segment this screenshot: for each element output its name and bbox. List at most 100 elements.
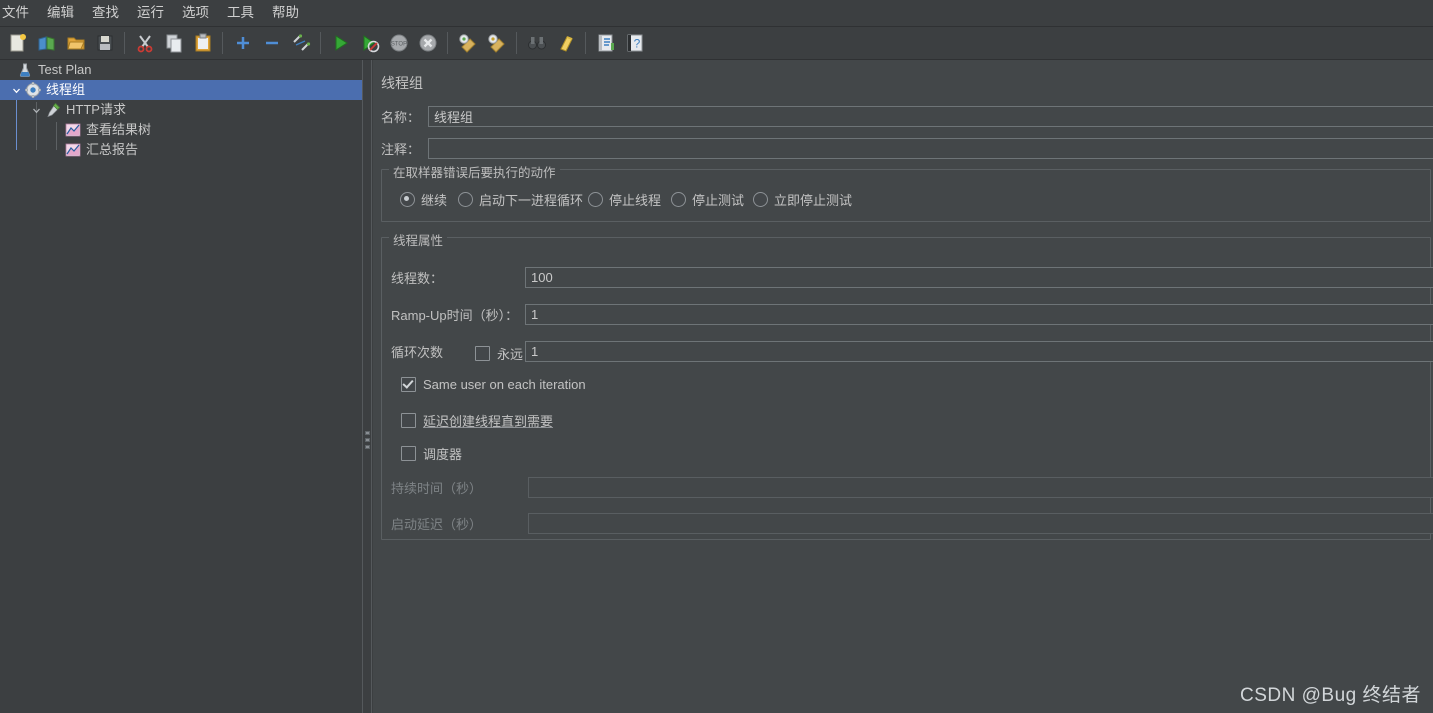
toolbar-start-no-pauses-button[interactable] bbox=[356, 30, 383, 57]
toolbar-expand-button[interactable] bbox=[229, 30, 256, 57]
plus-icon bbox=[236, 37, 249, 49]
toolbar-separator bbox=[222, 32, 223, 54]
tree-node-label: 汇总报告 bbox=[86, 142, 139, 157]
delayed-thread-creation-label: 延迟创建线程直到需要 bbox=[423, 414, 554, 429]
menu-item-run[interactable]: 运行 bbox=[128, 1, 173, 25]
split-pane-divider[interactable] bbox=[362, 60, 372, 713]
checkbox-mark-icon bbox=[475, 346, 490, 361]
toolbar-templates-button[interactable] bbox=[33, 30, 60, 57]
thread-count-input[interactable] bbox=[525, 267, 1433, 288]
forever-checkbox[interactable]: 永远 bbox=[475, 344, 523, 363]
toolbar-cut-button[interactable] bbox=[131, 30, 158, 57]
duration-label: 持续时间（秒） bbox=[391, 481, 483, 496]
toolbar-separator bbox=[585, 32, 586, 54]
comments-input[interactable] bbox=[428, 138, 1433, 159]
toolbar-function-helper-button[interactable] bbox=[592, 30, 619, 57]
delayed-thread-creation-checkbox[interactable]: 延迟创建线程直到需要 bbox=[401, 411, 553, 430]
play-no-pause-icon bbox=[363, 35, 379, 53]
startup-delay-input[interactable] bbox=[528, 513, 1433, 534]
name-label: 名称： bbox=[381, 110, 421, 125]
chevron-down-icon[interactable] bbox=[8, 86, 24, 95]
tree-node-thread-group[interactable]: 线程组 bbox=[0, 80, 362, 100]
toolbar-reset-search-button[interactable] bbox=[552, 30, 579, 57]
toolbar-clear-button[interactable] bbox=[454, 30, 481, 57]
radio-label: 停止线程 bbox=[609, 193, 662, 208]
toggle-pencil-icon bbox=[292, 34, 310, 51]
checkbox-mark-icon bbox=[401, 446, 416, 461]
radio-label: 启动下一进程循环 bbox=[479, 193, 584, 208]
page-title: 线程组 bbox=[381, 75, 423, 91]
radio-label: 停止测试 bbox=[692, 193, 745, 208]
toolbar-separator bbox=[124, 32, 125, 54]
help-question-icon: ? bbox=[627, 34, 642, 52]
open-folder-icon bbox=[66, 37, 85, 50]
startup-delay-label: 启动延迟（秒） bbox=[391, 517, 483, 532]
tree-node-label: 线程组 bbox=[46, 82, 86, 97]
radio-mark-icon bbox=[400, 192, 415, 207]
menu-item-options[interactable]: 选项 bbox=[173, 1, 218, 25]
radio-label: 继续 bbox=[421, 193, 448, 208]
toolbar-help-button[interactable]: ? bbox=[621, 30, 648, 57]
test-plan-flask-icon bbox=[16, 61, 34, 79]
toolbar-collapse-button[interactable] bbox=[258, 30, 285, 57]
green-play-icon bbox=[335, 35, 348, 51]
loop-count-label: 循环次数 bbox=[391, 345, 444, 360]
function-helper-icon bbox=[598, 34, 614, 52]
rampup-input[interactable] bbox=[525, 304, 1433, 325]
toolbar-shutdown-button[interactable] bbox=[414, 30, 441, 57]
radio-mark-icon bbox=[671, 192, 686, 207]
tree-node-summary-report[interactable]: 汇总报告 bbox=[0, 140, 362, 160]
radio-continue[interactable]: 继续 bbox=[400, 190, 447, 209]
toolbar-stop-button[interactable]: STOP bbox=[385, 30, 412, 57]
toolbar-search-button[interactable] bbox=[523, 30, 550, 57]
templates-icon bbox=[38, 36, 54, 51]
checkbox-mark-icon bbox=[401, 413, 416, 428]
scissors-icon bbox=[137, 35, 152, 53]
same-user-checkbox[interactable]: Same user on each iteration bbox=[401, 377, 586, 392]
stop-icon: STOP bbox=[390, 34, 407, 52]
jmeter-window: 文件 编辑 查找 运行 选项 工具 帮助 STOP ? Test Plan 线程… bbox=[0, 0, 1433, 713]
view-results-tree-chart-icon bbox=[64, 121, 82, 139]
menu-item-edit[interactable]: 编辑 bbox=[38, 1, 83, 25]
radio-label: 立即停止测试 bbox=[774, 193, 853, 208]
toolbar-separator bbox=[320, 32, 321, 54]
toolbar-toggle-button[interactable] bbox=[287, 30, 314, 57]
scheduler-label: 调度器 bbox=[423, 447, 463, 462]
tree-node-test-plan[interactable]: Test Plan bbox=[0, 60, 362, 80]
http-request-pipette-icon bbox=[44, 101, 62, 119]
toolbar: STOP ? bbox=[0, 27, 1433, 60]
svg-text:?: ? bbox=[633, 37, 640, 51]
radio-mark-icon bbox=[588, 192, 603, 207]
loop-count-input[interactable] bbox=[525, 341, 1433, 362]
forever-label: 永远 bbox=[497, 347, 524, 362]
tree-node-http-request[interactable]: HTTP请求 bbox=[0, 100, 362, 120]
toolbar-separator bbox=[447, 32, 448, 54]
chevron-down-icon[interactable] bbox=[28, 106, 44, 115]
radio-start-next-loop[interactable]: 启动下一进程循环 bbox=[458, 190, 583, 209]
scheduler-checkbox[interactable]: 调度器 bbox=[401, 444, 462, 463]
toolbar-new-test-plan-button[interactable] bbox=[4, 30, 31, 57]
menu-item-file[interactable]: 文件 bbox=[0, 1, 38, 25]
toolbar-open-button[interactable] bbox=[62, 30, 89, 57]
menu-item-help[interactable]: 帮助 bbox=[263, 1, 308, 25]
radio-stop-test[interactable]: 停止测试 bbox=[671, 190, 744, 209]
radio-mark-icon bbox=[458, 192, 473, 207]
test-plan-tree[interactable]: Test Plan 线程组 HTTP请求 查看结果树 汇总报告 bbox=[0, 60, 362, 713]
shutdown-icon bbox=[419, 34, 436, 52]
toolbar-copy-button[interactable] bbox=[160, 30, 187, 57]
radio-stop-thread[interactable]: 停止线程 bbox=[588, 190, 661, 209]
duration-input[interactable] bbox=[528, 477, 1433, 498]
menu-item-search[interactable]: 查找 bbox=[83, 1, 128, 25]
toolbar-clear-all-button[interactable] bbox=[483, 30, 510, 57]
comments-label: 注释： bbox=[381, 142, 421, 157]
name-input[interactable] bbox=[428, 106, 1433, 127]
toolbar-paste-button[interactable] bbox=[189, 30, 216, 57]
menu-item-tools[interactable]: 工具 bbox=[218, 1, 263, 25]
tree-node-label: HTTP请求 bbox=[66, 102, 126, 117]
radio-stop-test-now[interactable]: 立即停止测试 bbox=[753, 190, 852, 209]
toolbar-save-button[interactable] bbox=[91, 30, 118, 57]
radio-mark-icon bbox=[753, 192, 768, 207]
minus-icon bbox=[265, 41, 278, 45]
toolbar-start-button[interactable] bbox=[327, 30, 354, 57]
tree-node-view-results-tree[interactable]: 查看结果树 bbox=[0, 120, 362, 140]
